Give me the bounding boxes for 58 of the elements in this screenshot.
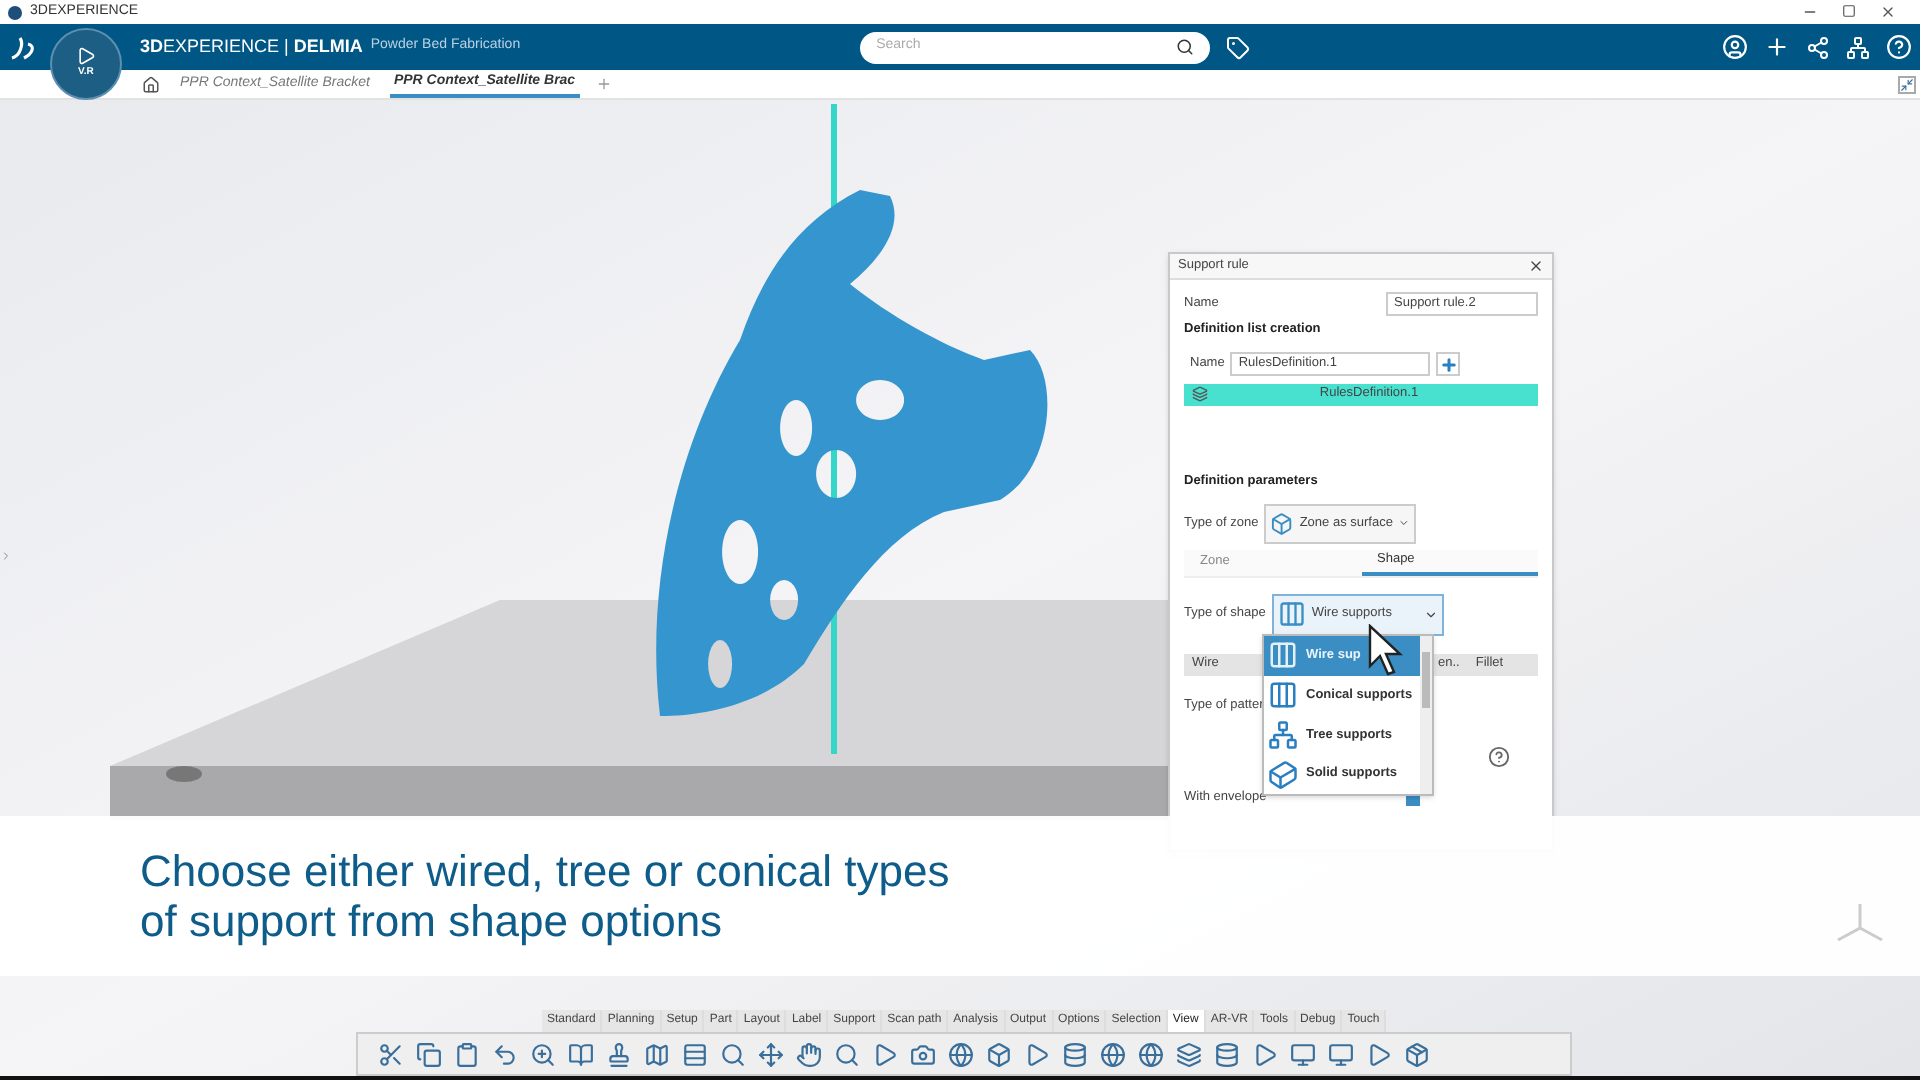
add-button[interactable]	[1436, 352, 1461, 377]
surface-zone-icon	[1270, 509, 1294, 537]
caret-icon	[1423, 607, 1438, 621]
app-logo-icon	[8, 5, 22, 19]
undo-icon[interactable]	[492, 1041, 518, 1067]
monitor-icon[interactable]	[1290, 1041, 1316, 1067]
layers-icon[interactable]	[1176, 1041, 1202, 1067]
monitor-icon[interactable]	[1328, 1041, 1354, 1067]
caption-text: of support from shape options	[140, 896, 723, 946]
help-icon[interactable]	[1488, 746, 1510, 769]
book-icon[interactable]	[568, 1041, 594, 1067]
solid-supports-icon	[1268, 759, 1298, 790]
copy-icon[interactable]	[416, 1041, 442, 1067]
zoom-icon[interactable]	[530, 1041, 556, 1067]
hand-icon[interactable]	[796, 1041, 822, 1067]
ds-logo-icon	[8, 31, 40, 63]
database-icon[interactable]	[1214, 1041, 1240, 1067]
scissors-icon[interactable]	[378, 1041, 404, 1067]
plus-icon	[1439, 355, 1458, 374]
cube-icon[interactable]	[986, 1041, 1012, 1067]
stamp-icon[interactable]	[606, 1041, 632, 1067]
add-icon[interactable]	[1764, 34, 1790, 60]
map-icon[interactable]	[644, 1041, 670, 1067]
collapse-icon[interactable]	[1898, 75, 1916, 93]
maximize-icon[interactable]	[1842, 4, 1856, 18]
wire-supports-icon	[1268, 640, 1298, 671]
wire-supports-icon	[1277, 600, 1306, 628]
tree-supports-icon	[1268, 719, 1298, 750]
database-icon[interactable]	[1062, 1041, 1088, 1067]
user-icon[interactable]	[1722, 34, 1748, 60]
play-icon[interactable]	[1252, 1041, 1278, 1067]
caret-icon	[1398, 516, 1411, 530]
network-icon[interactable]	[1846, 35, 1870, 59]
close-icon[interactable]	[1880, 4, 1896, 20]
rule-icon	[1192, 386, 1208, 403]
scrollbar[interactable]	[1420, 636, 1432, 794]
close-icon[interactable]	[1528, 258, 1544, 274]
side-handle-icon[interactable]	[0, 548, 12, 564]
play-icon[interactable]	[1366, 1041, 1392, 1067]
conical-supports-icon	[1268, 680, 1298, 711]
rows-icon[interactable]	[682, 1041, 708, 1067]
globe-icon[interactable]	[948, 1041, 974, 1067]
brand-title: 3DEXPERIENCE | DELMIA	[140, 33, 363, 60]
caption-text: Choose either wired, tree or conical types	[140, 846, 950, 896]
play-icon[interactable]	[1024, 1041, 1050, 1067]
tag-icon[interactable]	[1226, 35, 1251, 59]
clipboard-icon[interactable]	[454, 1041, 480, 1067]
package-icon[interactable]	[1404, 1041, 1430, 1067]
move-icon[interactable]	[758, 1041, 784, 1067]
magnifier-icon[interactable]	[834, 1041, 860, 1067]
home-icon[interactable]	[142, 75, 160, 93]
globe-icon[interactable]	[1138, 1041, 1164, 1067]
globe-icon[interactable]	[1100, 1041, 1126, 1067]
play-icon	[76, 46, 96, 67]
search-icon[interactable]	[1176, 38, 1195, 56]
play-icon[interactable]	[872, 1041, 898, 1067]
share-icon[interactable]	[1806, 35, 1830, 59]
camera-icon[interactable]	[910, 1041, 936, 1067]
